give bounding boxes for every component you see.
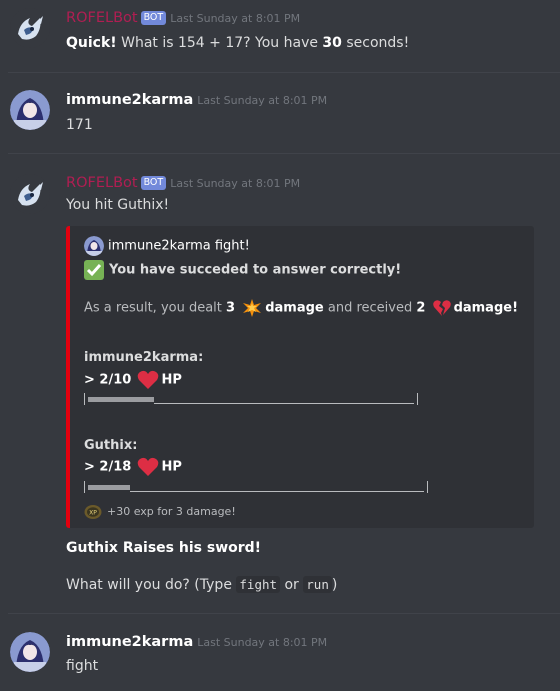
- damage-word: damage: [265, 300, 324, 316]
- xp-icon: XP: [84, 504, 102, 520]
- question-tail: seconds!: [341, 35, 410, 51]
- result-prefix: As a result, you dealt: [84, 300, 227, 316]
- bot-badge: BOT: [140, 176, 167, 190]
- rofelbot-avatar[interactable]: [10, 174, 50, 214]
- timestamp: Last Sunday at 8:01 PM: [170, 12, 301, 25]
- or-text: or: [280, 577, 304, 593]
- timestamp: Last Sunday at 8:01 PM: [197, 94, 328, 107]
- damage-word-2: damage!: [453, 300, 519, 316]
- bot-badge: BOT: [140, 11, 167, 25]
- sword-text: Guthix Raises his sword!: [66, 540, 262, 556]
- player-name: immune2karma:: [84, 350, 204, 365]
- timestamp: Last Sunday at 8:01 PM: [170, 177, 301, 190]
- enemy-hp-bar: [84, 480, 428, 493]
- enemy-hp: > 2/18 HP: [84, 457, 182, 477]
- player-hp-value: > 2/10: [84, 372, 132, 388]
- author-name[interactable]: immune2karma: [66, 634, 193, 650]
- embed-author: immune2karma fight!: [84, 236, 250, 256]
- dealt-value: 3: [226, 300, 236, 316]
- heart-icon: [137, 370, 159, 390]
- author-name[interactable]: ROFELBot: [66, 175, 138, 191]
- message-text: Quick! What is 154 + 17? You have 30 sec…: [66, 35, 409, 51]
- author-name[interactable]: immune2karma: [66, 92, 193, 108]
- message-user-answer: immune2karma Last Sunday at 8:01 PM 171: [0, 80, 560, 150]
- player-hp-label: HP: [161, 372, 182, 388]
- enemy-hp-value: > 2/18: [84, 459, 132, 475]
- received-value: 2: [416, 300, 426, 316]
- embed-footer: XP +30 exp for 3 damage!: [84, 504, 236, 520]
- rofelbot-avatar[interactable]: [10, 8, 50, 48]
- broken-heart-icon: [432, 298, 452, 318]
- embed-author-avatar: [84, 236, 104, 256]
- message-divider: [8, 613, 560, 614]
- footer-text: +30 exp for 3 damage!: [107, 505, 236, 518]
- user-avatar[interactable]: [10, 90, 50, 130]
- success-title: You have succeded to answer correctly!: [109, 262, 402, 278]
- embed-author-name[interactable]: immune2karma fight!: [108, 239, 250, 254]
- fight-command: fight: [236, 576, 281, 593]
- battle-embed: immune2karma fight! You have succeded to…: [66, 226, 534, 528]
- heart-icon: [137, 457, 159, 477]
- message-bot-question: ROFELBot BOT Last Sunday at 8:01 PM Quick!…: [0, 0, 560, 70]
- quick-label: Quick!: [66, 35, 117, 51]
- message-text: You hit Guthix!: [66, 197, 170, 213]
- message-header: ROFELBot BOT Last Sunday at 8:01 PM: [66, 10, 300, 26]
- message-header: immune2karma Last Sunday at 8:01 PM: [66, 634, 327, 650]
- message-header: ROFELBot BOT Last Sunday at 8:01 PM: [66, 175, 300, 191]
- prompt-suffix: ): [331, 577, 338, 593]
- message-user-fight: immune2karma Last Sunday at 8:01 PM fight: [0, 622, 560, 691]
- sword-line: Guthix Raises his sword!: [66, 540, 261, 556]
- question-text: What is 154 + 17? You have: [116, 35, 323, 51]
- player-hp-bar: [84, 392, 418, 405]
- seconds-value: 30: [322, 35, 342, 51]
- author-name[interactable]: ROFELBot: [66, 10, 138, 26]
- enemy-hp-label: HP: [161, 459, 182, 475]
- prompt-line: What will you do? (Type fight or run): [66, 576, 338, 593]
- message-text: 171: [66, 117, 93, 133]
- embed-title: You have succeded to answer correctly!: [84, 260, 401, 280]
- user-avatar[interactable]: [10, 632, 50, 672]
- message-header: immune2karma Last Sunday at 8:01 PM: [66, 92, 327, 108]
- received-prefix: and received: [323, 300, 417, 316]
- svg-text:XP: XP: [89, 510, 97, 517]
- message-divider: [8, 72, 560, 73]
- timestamp: Last Sunday at 8:01 PM: [197, 636, 328, 649]
- player-hp: > 2/10 HP: [84, 370, 182, 390]
- check-mark-icon: [84, 260, 104, 280]
- prompt-prefix: What will you do? (Type: [66, 577, 237, 593]
- run-command: run: [303, 576, 332, 593]
- embed-result: As a result, you dealt 3 damage and rece…: [84, 298, 518, 318]
- enemy-name: Guthix:: [84, 438, 138, 453]
- collision-icon: [242, 298, 262, 318]
- message-text: fight: [66, 658, 99, 674]
- message-divider: [8, 153, 560, 154]
